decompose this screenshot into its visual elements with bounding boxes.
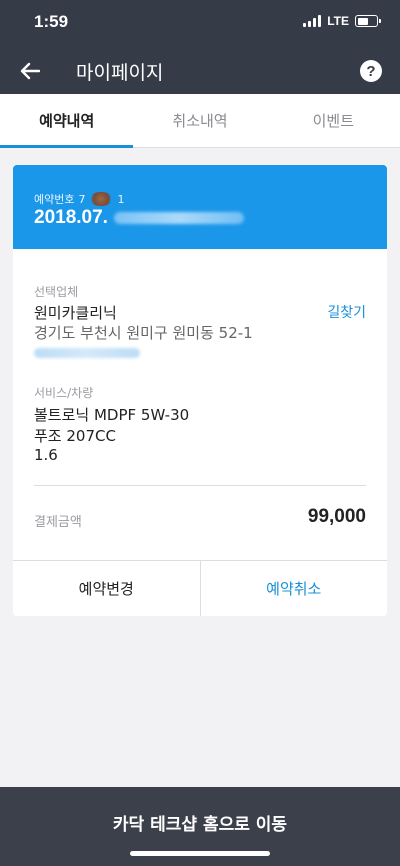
cancel-reservation-button[interactable]: 예약취소 <box>201 561 388 616</box>
payment-label: 결제금액 <box>34 515 82 530</box>
redacted-mark <box>89 192 114 206</box>
page-title: 마이페이지 <box>76 63 164 84</box>
help-button[interactable]: ? <box>360 60 382 82</box>
top-app-bar: 1:59 LTE 마이페이지 ? <box>0 0 400 94</box>
reservation-date: 2018.07. <box>34 207 244 229</box>
home-indicator <box>130 851 270 856</box>
tab-events[interactable]: 이벤트 <box>267 94 400 147</box>
status-time: 1:59 <box>34 12 69 31</box>
go-home-label: 카닥 테크샵 홈으로 이동 <box>112 815 288 835</box>
reservation-number-end: 1 <box>117 192 125 206</box>
tab-bar: 예약내역 취소내역 이벤트 <box>0 94 400 148</box>
shop-section-label: 선택업체 <box>34 285 79 299</box>
network-type: LTE <box>327 14 349 28</box>
reservation-number: 예약번호 7 1 <box>34 191 124 207</box>
reservation-number-label: 예약번호 <box>34 193 75 206</box>
shop-address: 경기도 부천시 원미구 원미동 52-1 <box>34 324 253 342</box>
help-icon: ? <box>366 62 376 80</box>
signal-icon <box>303 15 322 27</box>
arrow-left-icon <box>20 62 40 80</box>
payment-amount: 99,000 <box>307 506 366 527</box>
shop-name: 원미카클리닉 <box>34 304 117 322</box>
vehicle-model: 푸조 207CC <box>34 427 116 445</box>
tab-reservations[interactable]: 예약내역 <box>0 94 134 148</box>
status-indicators: LTE <box>303 14 381 28</box>
redacted-date <box>113 212 244 224</box>
reservation-card-header: 예약번호 7 1 2018.07. <box>13 165 387 249</box>
redacted-phone <box>34 348 140 358</box>
change-reservation-button[interactable]: 예약변경 <box>13 561 201 616</box>
reservation-number-start: 7 <box>78 192 86 206</box>
directions-link[interactable]: 길찾기 <box>327 302 366 322</box>
battery-icon <box>355 15 381 27</box>
service-name: 볼트로닉 MDPF 5W-30 <box>34 406 190 424</box>
reservation-card: 예약번호 7 1 2018.07. 선택업체 원미카클리닉 길찾기 경기도 부천… <box>13 165 387 616</box>
back-button[interactable] <box>16 57 44 85</box>
reservation-actions: 예약변경 예약취소 <box>13 560 387 616</box>
engine-displacement: 1.6 <box>34 446 58 464</box>
tab-cancellations[interactable]: 취소내역 <box>133 94 266 147</box>
reservation-date-text: 2018.07. <box>34 207 108 228</box>
service-section-label: 서비스/차량 <box>34 386 94 400</box>
divider <box>34 485 366 486</box>
